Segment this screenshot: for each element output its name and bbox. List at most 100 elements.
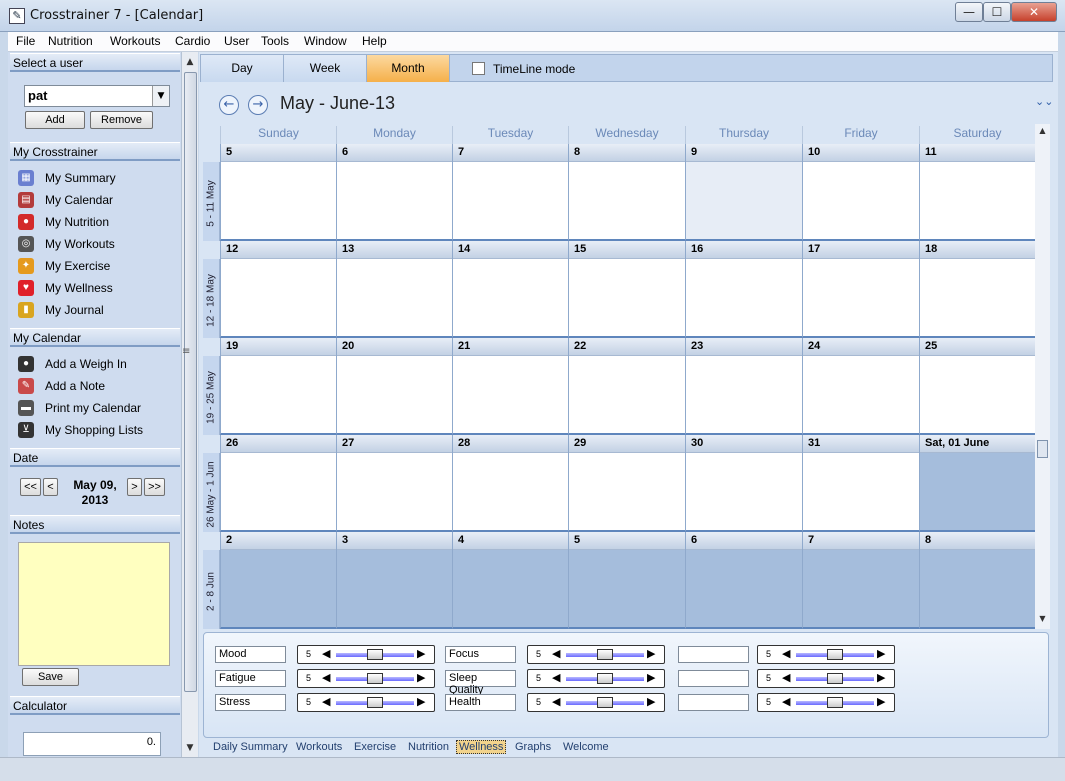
calendar-day-cell[interactable]: 16 <box>685 241 802 338</box>
wellness-label[interactable] <box>678 694 749 711</box>
sidebar-item-my-wellness[interactable]: ♥ My Wellness <box>18 278 178 298</box>
day-content[interactable] <box>569 550 685 627</box>
add-user-button[interactable]: Add <box>25 111 85 129</box>
cal-scroll-up-icon[interactable]: ▲ <box>1035 126 1050 138</box>
sidebar-item-my-calendar[interactable]: ▤ My Calendar <box>18 190 178 210</box>
calendar-day-cell[interactable]: 9 <box>685 144 802 241</box>
sidebar-item-my-nutrition[interactable]: ● My Nutrition <box>18 212 178 232</box>
day-content[interactable] <box>221 259 336 336</box>
menu-window[interactable]: Window <box>304 34 347 48</box>
cal-scroll-thumb[interactable] <box>1037 440 1048 458</box>
scroll-up-icon[interactable]: ▲ <box>182 54 198 70</box>
arrow-left-icon[interactable]: ◀ <box>322 695 330 708</box>
wellness-slider[interactable]: 5 ◀ ▶ <box>297 669 435 688</box>
wellness-slider[interactable]: 5 ◀ ▶ <box>527 645 665 664</box>
day-content[interactable] <box>686 453 802 530</box>
slider-knob[interactable] <box>367 673 383 684</box>
arrow-left-icon[interactable]: ◀ <box>552 647 560 660</box>
sidebar-item-my-shopping-lists[interactable]: ⊻ My Shopping Lists <box>18 420 178 440</box>
wellness-slider[interactable]: 5 ◀ ▶ <box>297 693 435 712</box>
calendar-day-cell[interactable]: 27 <box>336 435 452 532</box>
calendar-day-cell[interactable]: 7 <box>802 532 919 629</box>
day-content[interactable] <box>803 550 919 627</box>
day-content[interactable] <box>686 162 802 239</box>
day-content[interactable] <box>920 162 1035 239</box>
day-content[interactable] <box>221 453 336 530</box>
day-content[interactable] <box>453 259 568 336</box>
day-content[interactable] <box>453 162 568 239</box>
sidebar-item-my-workouts[interactable]: ◎ My Workouts <box>18 234 178 254</box>
slider-knob[interactable] <box>827 649 843 660</box>
calendar-day-cell[interactable]: 31 <box>802 435 919 532</box>
sidebar-scrollbar[interactable]: ▲ ▼ <box>181 52 198 757</box>
day-content[interactable] <box>569 453 685 530</box>
calendar-day-cell[interactable]: 19 <box>220 338 336 435</box>
arrow-left-icon[interactable]: ◀ <box>782 671 790 684</box>
arrow-right-icon[interactable]: ▶ <box>647 671 655 684</box>
cal-scroll-down-icon[interactable]: ▼ <box>1035 614 1050 626</box>
menu-user[interactable]: User <box>224 34 249 48</box>
calendar-day-cell[interactable]: 2 <box>220 532 336 629</box>
menu-cardio[interactable]: Cardio <box>175 34 210 48</box>
calendar-day-cell[interactable]: 7 <box>452 144 568 241</box>
day-content[interactable] <box>221 550 336 627</box>
arrow-left-icon[interactable]: ◀ <box>782 647 790 660</box>
day-content[interactable] <box>337 356 452 433</box>
calendar-day-cell[interactable]: 25 <box>919 338 1035 435</box>
calendar-day-cell[interactable]: 3 <box>336 532 452 629</box>
slider-knob[interactable] <box>597 649 613 660</box>
calendar-day-cell[interactable]: 24 <box>802 338 919 435</box>
menu-workouts[interactable]: Workouts <box>110 34 160 48</box>
slider-knob[interactable] <box>367 649 383 660</box>
sidebar-item-add-a-weigh-in[interactable]: ● Add a Weigh In <box>18 354 178 374</box>
slider-knob[interactable] <box>597 673 613 684</box>
next-day-button[interactable]: > <box>127 478 142 496</box>
sidebar-item-add-a-note[interactable]: ✎ Add a Note <box>18 376 178 396</box>
calendar-day-cell[interactable]: 4 <box>452 532 568 629</box>
day-content[interactable] <box>337 259 452 336</box>
arrow-right-icon[interactable]: ▶ <box>877 647 885 660</box>
slider-knob[interactable] <box>597 697 613 708</box>
arrow-left-icon[interactable]: ◀ <box>782 695 790 708</box>
day-content[interactable] <box>686 356 802 433</box>
back-arrow-icon[interactable]: ← <box>219 95 239 115</box>
arrow-right-icon[interactable]: ▶ <box>417 647 425 660</box>
day-content[interactable] <box>686 550 802 627</box>
maximize-button[interactable]: ☐ <box>983 2 1011 22</box>
wellness-label[interactable] <box>678 670 749 687</box>
day-content[interactable] <box>686 259 802 336</box>
arrow-right-icon[interactable]: ▶ <box>417 695 425 708</box>
notes-textarea[interactable] <box>18 542 170 666</box>
calendar-day-cell[interactable]: 5 <box>568 532 685 629</box>
wellness-slider[interactable]: 5 ◀ ▶ <box>757 645 895 664</box>
bottom-tab-workouts[interactable]: Workouts <box>296 741 342 753</box>
day-content[interactable] <box>920 356 1035 433</box>
calendar-scrollbar[interactable]: ▲ ▼ <box>1035 124 1050 629</box>
day-content[interactable] <box>453 453 568 530</box>
calendar-day-cell[interactable]: 8 <box>568 144 685 241</box>
calendar-day-cell[interactable]: 17 <box>802 241 919 338</box>
tab-week[interactable]: Week <box>284 55 367 82</box>
slider-knob[interactable] <box>827 673 843 684</box>
collapse-chevron-icon[interactable]: ⌄⌄ <box>1035 95 1053 108</box>
bottom-tab-exercise[interactable]: Exercise <box>354 741 396 753</box>
close-button[interactable]: ✕ <box>1011 2 1057 22</box>
calendar-day-cell[interactable]: 12 <box>220 241 336 338</box>
arrow-right-icon[interactable]: ▶ <box>647 647 655 660</box>
minimize-button[interactable]: — <box>955 2 983 22</box>
arrow-right-icon[interactable]: ▶ <box>877 671 885 684</box>
forward-arrow-icon[interactable]: → <box>248 95 268 115</box>
day-content[interactable] <box>803 453 919 530</box>
day-content[interactable] <box>803 356 919 433</box>
scroll-down-icon[interactable]: ▼ <box>182 740 198 756</box>
day-content[interactable] <box>920 550 1035 627</box>
wellness-slider[interactable]: 5 ◀ ▶ <box>527 693 665 712</box>
wellness-slider[interactable]: 5 ◀ ▶ <box>757 669 895 688</box>
calendar-day-cell[interactable]: 21 <box>452 338 568 435</box>
day-content[interactable] <box>337 550 452 627</box>
day-content[interactable] <box>803 162 919 239</box>
day-content[interactable] <box>569 162 685 239</box>
calendar-day-cell[interactable]: Sat, 01 June <box>919 435 1035 532</box>
calendar-day-cell[interactable]: 14 <box>452 241 568 338</box>
calendar-day-cell[interactable]: 26 <box>220 435 336 532</box>
